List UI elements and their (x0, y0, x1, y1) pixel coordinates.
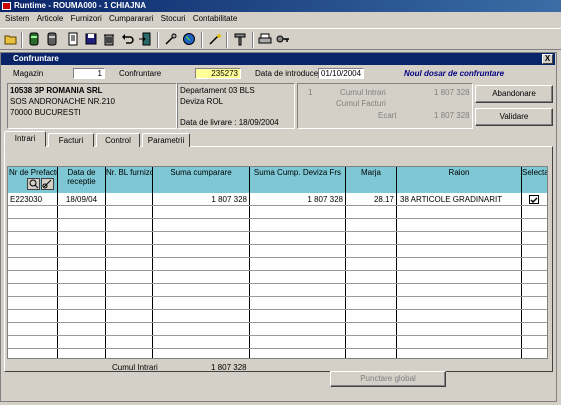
globe-icon[interactable] (182, 32, 196, 46)
app-title: Runtime - ROUMA000 - 1 CHIAJNA (14, 1, 147, 10)
close-button[interactable]: X (542, 54, 553, 64)
grid-row-line (8, 231, 547, 232)
magic-wand-icon[interactable] (208, 32, 222, 46)
cell-raion[interactable]: 38 ARTICOLE GRADINARIT (400, 194, 520, 205)
col-suma-deviza: Suma Cump. Deviza Frs (250, 167, 346, 193)
department-panel: Departament 03 BLS Deviza ROL Data de li… (177, 83, 295, 129)
magazin-field[interactable]: 1 (73, 68, 105, 79)
col-marja: Marja (346, 167, 397, 193)
open-folder-icon[interactable] (4, 32, 18, 46)
grid-row-line (8, 257, 547, 258)
child-title: Confruntare (13, 54, 59, 63)
child-title-bar: Confruntare (1, 53, 555, 65)
app-title-bar: Runtime - ROUMA000 - 1 CHIAJNA (0, 0, 561, 12)
grid-row-line (8, 335, 547, 336)
toolbar-separator (201, 32, 203, 48)
grid-row-line (8, 205, 547, 206)
tab-intrari[interactable]: Intrari (4, 131, 46, 147)
grid-row-line (8, 244, 547, 245)
grid-row-line (8, 348, 547, 349)
supplier-panel: 10538 3P ROMANIA SRL SOS ANDRONACHE NR.2… (7, 83, 177, 129)
menu-contabilitate[interactable]: Contabilitate (193, 14, 237, 23)
toolbar-separator (21, 32, 23, 48)
link-icon[interactable] (41, 178, 54, 190)
menu-furnizori[interactable]: Furnizori (71, 14, 102, 23)
cell-bl-furnizor[interactable] (106, 194, 152, 205)
database-alt-icon[interactable] (45, 32, 59, 46)
close-icon: X (544, 54, 551, 63)
col-selectare: Selectare (522, 168, 547, 177)
grid-header: Nr de Prefactura Data de receptie Nr. BL… (8, 167, 547, 193)
grid-row-line (8, 322, 547, 323)
punctare-global-button[interactable]: Punctare global (330, 371, 446, 387)
menu-bar: Sistem Articole Furnizori Cumpararari St… (0, 12, 561, 26)
cumul-intrari-value: 1 807 328 (434, 88, 470, 97)
toolbar-separator (157, 32, 159, 48)
confruntare-label: Confruntare (119, 69, 162, 78)
date-field[interactable]: 01/10/2004 (318, 68, 364, 79)
grid-row-line (8, 283, 547, 284)
totals-panel: 1 Cumul Intrari 1 807 328 Cumul Facturi … (297, 83, 473, 129)
ecart-label: Ecart (378, 111, 397, 120)
delete-icon[interactable] (102, 32, 116, 46)
cumul-intrari-label: Cumul Intrari (340, 88, 386, 97)
date-label: Data de introduce (255, 69, 319, 78)
supplier-name: 10538 3P ROMANIA SRL (10, 86, 103, 95)
hammer-icon[interactable] (233, 32, 247, 46)
col-data-receptie: Data de receptie (58, 167, 106, 193)
cell-suma-cumparare[interactable]: 1 807 328 (153, 194, 247, 205)
app-icon (2, 2, 11, 10)
col-prefactura: Nr de Prefactura (8, 167, 58, 193)
col-suma-cumparare: Suma cumparare (153, 167, 250, 193)
toolbar (0, 28, 561, 50)
delivery-date-text: Data de livrare : 18/09/2004 (180, 118, 279, 127)
toolbar-separator (226, 32, 228, 48)
checkmark-icon (530, 197, 538, 203)
select-checkbox[interactable] (529, 195, 539, 204)
key-icon[interactable] (276, 32, 290, 46)
tab-control[interactable]: Control (96, 133, 140, 147)
col-prefactura-label: Nr de Prefactura (9, 168, 57, 177)
tab-parametrii[interactable]: Parametrii (142, 133, 190, 147)
tools-icon[interactable] (164, 32, 178, 46)
save-icon[interactable] (84, 32, 98, 46)
supplier-address: SOS ANDRONACHE NR.210 (10, 97, 115, 106)
print-icon[interactable] (258, 32, 272, 46)
tab-facturi[interactable]: Facturi (48, 133, 94, 147)
cell-suma-deviza[interactable]: 1 807 328 (250, 194, 343, 205)
col-bl-furnizor: Nr. BL furnizo (106, 167, 153, 193)
cell-data-receptie[interactable]: 18/09/04 (58, 194, 105, 205)
grid-row-line (8, 296, 547, 297)
document-icon[interactable] (66, 32, 80, 46)
grid-row-line (8, 309, 547, 310)
col-raion: Raion (397, 167, 522, 193)
validate-button[interactable]: Validare (475, 108, 553, 126)
toolbar-separator (252, 32, 254, 48)
totals-index: 1 (308, 88, 313, 97)
menu-cumparari[interactable]: Cumpararari (109, 14, 153, 23)
search-icon[interactable] (27, 178, 40, 190)
supplier-city: 70000 BUCURESTI (10, 108, 81, 117)
magazin-label: Magazin (13, 69, 44, 78)
footer-cumul-label: Cumul Intrari (112, 363, 158, 372)
exit-icon[interactable] (138, 32, 152, 46)
department-text: Departament 03 BLS (180, 86, 255, 95)
grid-row-line (8, 218, 547, 219)
undo-icon[interactable] (120, 32, 134, 46)
grid-row-line (8, 270, 547, 271)
cell-marja[interactable]: 28.17 (346, 194, 394, 205)
confruntare-field[interactable]: 235273 (195, 68, 241, 79)
currency-text: Deviza ROL (180, 97, 224, 106)
menu-sistem[interactable]: Sistem (5, 14, 29, 23)
menu-articole[interactable]: Articole (37, 14, 64, 23)
cell-prefactura[interactable]: E223030 (9, 194, 55, 205)
ecart-value: 1 807 328 (434, 111, 470, 120)
abandon-button[interactable]: Abandonare (475, 85, 553, 103)
intrari-grid: Nr de Prefactura Data de receptie Nr. BL… (7, 166, 548, 359)
footer-cumul-value: 1 807 328 (211, 363, 247, 372)
banner-text: Noul dosar de confruntare (404, 69, 505, 78)
menu-stocuri[interactable]: Stocuri (161, 14, 186, 23)
database-icon[interactable] (27, 32, 41, 46)
cumul-facturi-label: Cumul Facturi (336, 99, 386, 108)
